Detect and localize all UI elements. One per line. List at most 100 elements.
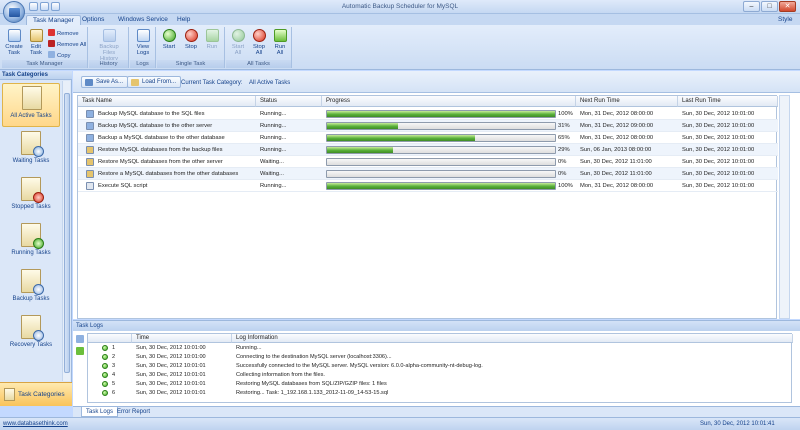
remove-all-button[interactable]: Remove All	[48, 40, 86, 49]
task-last-run-cell: Sun, 30 Dec, 2012 10:01:00	[682, 171, 755, 177]
category-stopped-tasks[interactable]: Stopped Tasks	[2, 175, 60, 219]
task-row[interactable]: Backup MySQL database to the other serve…	[78, 120, 778, 132]
log-row[interactable]: 3 Sun, 30 Dec, 2012 10:01:01 Successfully …	[88, 362, 793, 370]
log-column-index	[88, 334, 132, 343]
recovery-clipboard-icon	[21, 315, 44, 341]
category-label: Waiting Tasks	[12, 158, 50, 164]
clock-icon	[33, 146, 44, 157]
column-last-run-time[interactable]: Last Run Time	[678, 96, 778, 107]
tab-windows-service[interactable]: Windows Service	[112, 15, 174, 25]
task-progress-bar	[326, 170, 556, 178]
tab-help[interactable]: Help	[171, 15, 196, 25]
task-progress-percent: 100%	[558, 111, 573, 117]
success-check-icon	[102, 363, 108, 369]
column-task-name[interactable]: Task Name	[78, 96, 256, 107]
task-row[interactable]: Restore MySQL databases from the other s…	[78, 156, 778, 168]
category-waiting-tasks[interactable]: Waiting Tasks	[2, 129, 60, 173]
success-check-icon	[102, 345, 108, 351]
task-status-cell: Running...	[260, 183, 287, 189]
run-all-icon	[274, 29, 287, 42]
task-name-cell: Restore MySQL databases from the other s…	[98, 159, 223, 165]
recovery-badge-icon	[33, 330, 44, 341]
close-button[interactable]: ✕	[779, 1, 796, 12]
logs-refresh-icon[interactable]	[76, 347, 84, 355]
stop-badge-icon	[33, 192, 44, 203]
task-row[interactable]: Backup MySQL database to the SQL files Ru…	[78, 108, 778, 120]
task-row[interactable]: Backup a MySQL database to the other dat…	[78, 132, 778, 144]
task-name-cell: Backup MySQL database to the other serve…	[98, 123, 213, 129]
website-link[interactable]: www.databasethink.com	[3, 421, 68, 427]
task-logs-header: Task Logs	[73, 321, 800, 331]
application-menu-button[interactable]	[3, 1, 25, 23]
remove-button[interactable]: Remove	[48, 29, 79, 38]
task-name-cell: Restore MySQL databases from the backup …	[98, 147, 223, 153]
task-progress-bar	[326, 110, 556, 118]
group-logs: View Logs Logs	[130, 27, 156, 68]
grid-scrollbar[interactable]	[779, 95, 790, 319]
group-single-task: Start Stop Run Single Task	[157, 27, 225, 68]
bottom-tabs: Task Logs Error Report	[73, 406, 800, 417]
start-all-button[interactable]: Start All	[228, 29, 248, 59]
scrollbar-thumb[interactable]	[64, 93, 70, 373]
backup-files-history-button[interactable]: Backup Files History	[99, 29, 119, 62]
start-button[interactable]: Start	[159, 29, 179, 59]
task-row[interactable]: Restore MySQL databases from the backup …	[78, 144, 778, 156]
run-icon	[206, 29, 219, 42]
minimize-button[interactable]: –	[743, 1, 760, 12]
log-column-time[interactable]: Time	[132, 334, 232, 343]
run-all-button[interactable]: Run All	[270, 29, 290, 59]
log-info-cell: Successfully connected to the MySQL serv…	[236, 363, 483, 369]
log-row[interactable]: 2 Sun, 30 Dec, 2012 10:01:00 Connecting to…	[88, 353, 793, 361]
backup-clipboard-icon	[21, 269, 44, 295]
log-row[interactable]: 4 Sun, 30 Dec, 2012 10:01:01 Collecting in…	[88, 371, 793, 379]
category-all-active-tasks[interactable]: All Active Tasks	[2, 83, 60, 127]
task-row[interactable]: Execute SQL script Running... 100% Mon, 31 …	[78, 180, 778, 192]
run-button[interactable]: Run	[202, 29, 222, 59]
edit-task-button[interactable]: Edit Task	[26, 29, 46, 59]
log-row[interactable]: 6 Sun, 30 Dec, 2012 10:01:01 Restoring... …	[88, 389, 793, 397]
current-category-label: Current Task Category:	[181, 80, 243, 86]
column-next-run-time[interactable]: Next Run Time	[576, 96, 678, 107]
column-progress[interactable]: Progress	[322, 96, 576, 107]
task-icon	[86, 134, 94, 142]
remove-all-icon	[48, 40, 55, 47]
stop-button[interactable]: Stop	[181, 29, 201, 59]
group-label-all-tasks: All Tasks	[226, 60, 291, 68]
task-categories-nav-button[interactable]: Task Categories	[0, 382, 72, 406]
category-recovery-tasks[interactable]: Recovery Tasks	[2, 313, 60, 357]
tab-options[interactable]: Options	[76, 15, 110, 25]
task-progress-fill	[327, 135, 476, 141]
copy-button[interactable]: Copy	[48, 51, 71, 60]
tab-error-report[interactable]: Error Report	[113, 407, 154, 417]
save-as-button[interactable]: Save As...	[81, 76, 129, 88]
nav-button-label: Task Categories	[18, 391, 65, 398]
log-index-cell: 3	[112, 363, 116, 369]
task-last-run-cell: Sun, 30 Dec, 2012 10:01:00	[682, 135, 755, 141]
logs-list-icon[interactable]	[76, 335, 84, 343]
task-icon	[86, 122, 94, 130]
task-progress-bar	[326, 146, 556, 154]
task-name-cell: Backup a MySQL database to the other dat…	[98, 135, 225, 141]
column-status[interactable]: Status	[256, 96, 322, 107]
task-name-cell: Backup MySQL database to the SQL files	[98, 111, 205, 117]
log-index-cell: 1	[112, 345, 116, 351]
category-backup-tasks[interactable]: Backup Tasks	[2, 267, 60, 311]
load-from-button[interactable]: Load From...	[127, 76, 182, 88]
log-row[interactable]: 1 Sun, 30 Dec, 2012 10:01:00 Running...	[88, 344, 793, 352]
maximize-button[interactable]: □	[761, 1, 778, 12]
log-column-information[interactable]: Log Information	[232, 334, 793, 343]
log-row[interactable]: 5 Sun, 30 Dec, 2012 10:01:01 Restoring MyS…	[88, 380, 793, 388]
create-task-button[interactable]: Create Task	[4, 29, 24, 59]
log-info-cell: Running...	[236, 345, 262, 351]
view-logs-button[interactable]: View Logs	[133, 29, 153, 59]
group-task-manager: Create Task Edit Task Remove Remove All …	[2, 27, 88, 68]
tab-task-manager[interactable]: Task Manager	[26, 15, 81, 25]
task-categories-header: Task Categories	[0, 71, 72, 80]
category-running-tasks[interactable]: Running Tasks	[2, 221, 60, 265]
style-menu[interactable]: Style	[772, 15, 798, 25]
category-scrollbar[interactable]	[62, 81, 70, 381]
history-icon	[103, 29, 116, 42]
log-index-cell: 6	[112, 390, 116, 396]
task-row[interactable]: Restore a MySQL databases from the other…	[78, 168, 778, 180]
stop-all-button[interactable]: Stop All	[249, 29, 269, 59]
